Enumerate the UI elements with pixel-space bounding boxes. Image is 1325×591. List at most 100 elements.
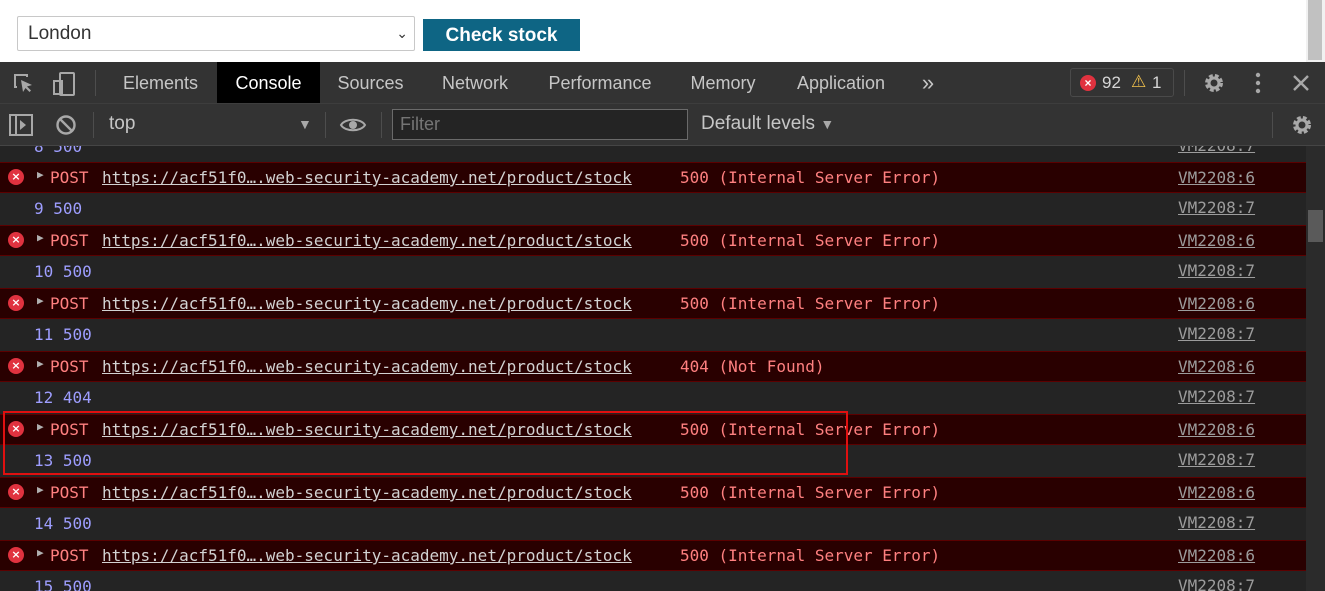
request-method: POST: [50, 357, 89, 376]
tab-performance[interactable]: Performance: [529, 62, 671, 103]
dropdown-arrow-icon: ▼: [820, 116, 835, 132]
source-link[interactable]: VM2208:7: [1178, 146, 1255, 155]
source-link[interactable]: VM2208:7: [1178, 576, 1255, 591]
expand-triangle-icon[interactable]: ▶: [37, 294, 44, 307]
source-link[interactable]: VM2208:7: [1178, 513, 1255, 532]
error-count: 92: [1102, 73, 1121, 92]
more-tabs-icon[interactable]: »: [907, 62, 949, 103]
response-status: 500 (Internal Server Error): [680, 483, 941, 502]
source-link[interactable]: VM2208:6: [1178, 420, 1255, 439]
close-icon[interactable]: [1291, 73, 1311, 98]
toolbar-separator: [381, 112, 382, 138]
request-url-link[interactable]: https://acf51f0….web-security-academy.ne…: [102, 483, 632, 502]
console-count-row: 12 404 VM2208:7: [0, 382, 1306, 413]
response-status: 500 (Internal Server Error): [680, 294, 941, 313]
log-count: 15 500: [34, 577, 92, 591]
tabbar-separator: [1184, 70, 1185, 96]
source-link[interactable]: VM2208:6: [1178, 294, 1255, 313]
console-count-row: 9 500 VM2208:7: [0, 193, 1306, 224]
location-select-value: London: [28, 23, 92, 44]
request-url-link[interactable]: https://acf51f0….web-security-academy.ne…: [102, 294, 632, 313]
expand-triangle-icon[interactable]: ▶: [37, 483, 44, 496]
tab-memory[interactable]: Memory: [671, 62, 775, 103]
log-count: 9 500: [34, 199, 83, 218]
location-select[interactable]: London ⌄: [17, 16, 415, 51]
tab-elements[interactable]: Elements: [104, 62, 217, 103]
tab-console[interactable]: Console: [217, 62, 320, 103]
console-count-row: 14 500 VM2208:7: [0, 508, 1306, 539]
log-count: 11 500: [34, 325, 92, 344]
clear-console-icon[interactable]: [55, 114, 77, 141]
console-count-row: 10 500 VM2208:7: [0, 256, 1306, 287]
device-toggle-icon[interactable]: [52, 71, 78, 102]
check-stock-button[interactable]: Check stock: [423, 19, 580, 51]
request-url-link[interactable]: https://acf51f0….web-security-academy.ne…: [102, 168, 632, 187]
log-levels-select[interactable]: Default levels ▼: [701, 113, 834, 135]
source-link[interactable]: VM2208:6: [1178, 231, 1255, 250]
tab-sources[interactable]: Sources: [320, 62, 421, 103]
context-select[interactable]: top: [109, 113, 135, 135]
highlight-box: [3, 411, 848, 475]
dropdown-arrow-icon[interactable]: ▼: [298, 116, 312, 132]
request-method: POST: [50, 168, 89, 187]
expand-triangle-icon[interactable]: ▶: [37, 231, 44, 244]
kebab-menu-icon[interactable]: [1250, 71, 1266, 100]
console-toolbar: top ▼ Default levels ▼: [0, 104, 1325, 146]
source-link[interactable]: VM2208:6: [1178, 168, 1255, 187]
console-error-row[interactable]: × ▶ POST https://acf51f0….web-security-a…: [0, 162, 1306, 193]
source-link[interactable]: VM2208:6: [1178, 483, 1255, 502]
page-top: London ⌄ Check stock: [0, 0, 1325, 62]
log-count: 10 500: [34, 262, 92, 281]
error-icon: ×: [8, 358, 24, 374]
error-icon: ×: [8, 484, 24, 500]
toolbar-separator: [1272, 112, 1273, 138]
issue-counters[interactable]: × 92 ⚠ 1: [1070, 68, 1174, 97]
log-count: 12 404: [34, 388, 92, 407]
response-status: 500 (Internal Server Error): [680, 168, 941, 187]
request-url-link[interactable]: https://acf51f0….web-security-academy.ne…: [102, 546, 632, 565]
error-icon: ×: [8, 232, 24, 248]
console-scrollbar-thumb[interactable]: [1308, 210, 1323, 242]
tab-application[interactable]: Application: [775, 62, 907, 103]
expand-triangle-icon[interactable]: ▶: [37, 168, 44, 181]
error-icon: ×: [1080, 75, 1096, 91]
console-scrollbar[interactable]: [1306, 146, 1325, 591]
console-settings-icon[interactable]: [1290, 113, 1314, 142]
error-icon: ×: [8, 295, 24, 311]
request-method: POST: [50, 294, 89, 313]
source-link[interactable]: VM2208:7: [1178, 450, 1255, 469]
settings-icon[interactable]: [1202, 71, 1226, 100]
sidebar-toggle-icon[interactable]: [9, 114, 33, 141]
console-error-row[interactable]: × ▶ POST https://acf51f0….web-security-a…: [0, 225, 1306, 256]
request-method: POST: [50, 231, 89, 250]
eye-icon[interactable]: [339, 115, 367, 140]
response-status: 500 (Internal Server Error): [680, 546, 941, 565]
warning-count: 1: [1152, 73, 1162, 92]
request-url-link[interactable]: https://acf51f0….web-security-academy.ne…: [102, 357, 632, 376]
page-scrollbar[interactable]: [1306, 0, 1325, 62]
console-error-row[interactable]: × ▶ POST https://acf51f0….web-security-a…: [0, 288, 1306, 319]
expand-triangle-icon[interactable]: ▶: [37, 546, 44, 559]
console-log: 8 500 VM2208:7 × ▶ POST https://acf51f0……: [0, 146, 1306, 591]
request-url-link[interactable]: https://acf51f0….web-security-academy.ne…: [102, 231, 632, 250]
inspect-icon[interactable]: [12, 72, 36, 101]
toolbar-separator: [93, 112, 94, 138]
expand-triangle-icon[interactable]: ▶: [37, 357, 44, 370]
console-error-row[interactable]: × ▶ POST https://acf51f0….web-security-a…: [0, 540, 1306, 571]
console-error-row[interactable]: × ▶ POST https://acf51f0….web-security-a…: [0, 351, 1306, 382]
tab-network[interactable]: Network: [421, 62, 529, 103]
source-link[interactable]: VM2208:7: [1178, 387, 1255, 406]
console-error-row[interactable]: × ▶ POST https://acf51f0….web-security-a…: [0, 477, 1306, 508]
source-link[interactable]: VM2208:7: [1178, 261, 1255, 280]
response-status: 500 (Internal Server Error): [680, 231, 941, 250]
page-scrollbar-thumb[interactable]: [1308, 0, 1322, 60]
console-count-row: 11 500 VM2208:7: [0, 319, 1306, 350]
source-link[interactable]: VM2208:6: [1178, 357, 1255, 376]
source-link[interactable]: VM2208:7: [1178, 198, 1255, 217]
source-link[interactable]: VM2208:6: [1178, 546, 1255, 565]
toolbar-separator: [325, 112, 326, 138]
filter-input[interactable]: [392, 109, 688, 140]
source-link[interactable]: VM2208:7: [1178, 324, 1255, 343]
log-levels-label: Default levels: [701, 113, 816, 134]
devtools-tabbar: Elements Console Sources Network Perform…: [0, 62, 1325, 104]
